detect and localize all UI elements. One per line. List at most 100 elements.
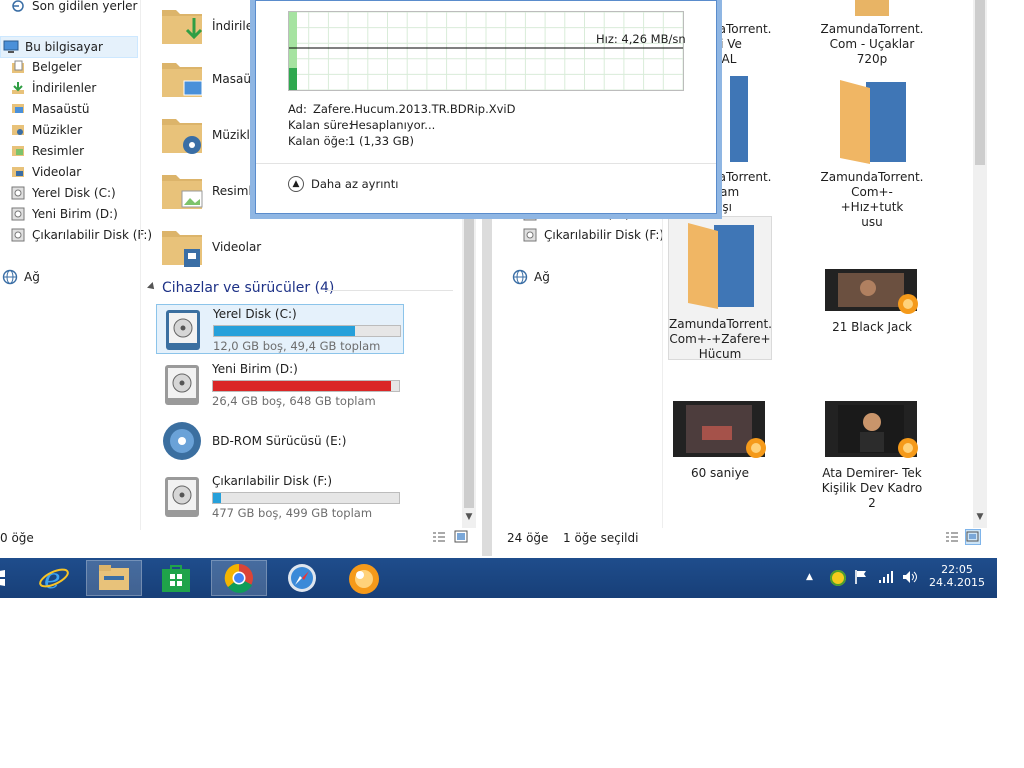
drive-usage-bar (212, 492, 400, 504)
nav-item-this-pc[interactable]: Bu bilgisayar (0, 36, 138, 58)
drive-name: BD-ROM Sürücüsü (E:) (212, 434, 347, 448)
right-nav-pane: Yeni Birim (D:) Çıkarılabilir Disk (F:) … (492, 200, 664, 300)
nav-item-pictures[interactable]: Resimler (0, 141, 84, 161)
network-icon (2, 269, 18, 285)
nav-item-removable-disk-f[interactable]: Çıkarılabilir Disk (F:) (0, 225, 152, 245)
nav-item-network[interactable]: Ağ (504, 267, 550, 287)
taskbar-internet-explorer[interactable]: e (26, 560, 82, 596)
nav-item-downloads[interactable]: İndirilenler (0, 78, 96, 98)
store-icon (162, 565, 190, 592)
large-icons-view-icon[interactable] (965, 529, 981, 545)
volume-icon[interactable] (902, 570, 918, 587)
drive-local-disk-c[interactable]: Yerel Disk (C:) 12,0 GB boş, 49,4 GB top… (156, 304, 404, 354)
folder-item[interactable]: ZamundaTorrent. Com - Uçaklar 720p (820, 0, 924, 67)
less-details-button[interactable]: ▲ Daha az ayrıntı (288, 176, 398, 192)
right-scrollbar[interactable]: ▼ (973, 0, 987, 528)
chevron-up-icon: ▲ (288, 176, 304, 192)
desktop-icon (10, 101, 26, 117)
folder-videos[interactable]: Videolar (160, 221, 450, 273)
start-icon (0, 570, 5, 586)
drive-space-info: 12,0 GB boş, 49,4 GB toplam (213, 339, 381, 353)
action-center-flag-icon[interactable] (854, 569, 868, 588)
folder-icon (855, 0, 889, 16)
drive-name: Çıkarılabilir Disk (F:) (212, 474, 333, 488)
network-signal-icon[interactable] (878, 570, 894, 587)
right-status-selected: 1 öğe seçildi (563, 531, 639, 545)
drive-bd-rom-e[interactable]: BD-ROM Sürücüsü (E:) (156, 416, 404, 466)
optical-disc-icon (163, 422, 201, 460)
taskbar: e ▲ 22:05 24.4.2015 (0, 558, 997, 598)
nav-item-removable-disk-f[interactable]: Çıkarılabilir Disk (F:) (512, 225, 664, 245)
nav-item-documents[interactable]: Belgeler (0, 57, 82, 77)
video-item[interactable]: 21 Black Jack (820, 268, 924, 335)
progress-graph (288, 11, 684, 91)
scroll-down-arrow-icon[interactable]: ▼ (462, 512, 476, 522)
video-thumbnail-icon (825, 401, 918, 458)
right-scrollbar-thumb[interactable] (975, 0, 985, 165)
drive-icon (522, 227, 538, 243)
folder-item[interactable]: ZamundaTorrent. Com+-+Hız+tutk usu (820, 76, 924, 230)
video-thumbnail-icon (825, 269, 918, 314)
scroll-down-arrow-icon[interactable]: ▼ (973, 512, 987, 522)
this-pc-icon (3, 39, 19, 55)
transfer-speed: Hız: 4,26 MB/sn (596, 32, 686, 46)
nav-pane-divider (140, 0, 141, 530)
left-status-count: 0 öğe (0, 531, 34, 545)
pictures-icon (10, 143, 26, 159)
large-icons-view-icon[interactable] (454, 530, 468, 543)
taskbar-chrome[interactable] (211, 560, 267, 596)
clock[interactable]: 22:05 24.4.2015 (926, 563, 988, 589)
hard-drive-icon (165, 365, 199, 405)
taskbar-media-player[interactable] (336, 560, 392, 596)
nav-item-music[interactable]: Müzikler (0, 120, 82, 140)
pictures-folder-icon (162, 175, 203, 209)
video-item[interactable]: 60 saniye (668, 400, 772, 481)
copy-progress-dialog: Hız: 4,26 MB/sn Ad: Zafere.Hucum.2013.TR… (255, 0, 717, 214)
taskbar-safari[interactable] (274, 560, 330, 596)
downloads-folder-icon (162, 10, 203, 44)
network-icon (512, 269, 528, 285)
navigation-pane: Son gidilen yerler Bu bilgisayar Belgele… (0, 0, 152, 530)
show-hidden-icons-button[interactable]: ▲ (806, 572, 813, 582)
drive-new-volume-d[interactable]: Yeni Birim (D:) 26,4 GB boş, 648 GB topl… (156, 360, 404, 410)
tray-app-icon[interactable] (830, 570, 846, 586)
nav-item-desktop[interactable]: Masaüstü (0, 99, 89, 119)
taskbar-store[interactable] (148, 560, 204, 596)
taskbar-file-explorer[interactable] (86, 560, 142, 596)
downloads-icon (10, 80, 26, 96)
folder-icon (840, 80, 906, 164)
nav-item-videos[interactable]: Videolar (0, 162, 81, 182)
nav-item-network[interactable]: Ağ (0, 267, 40, 287)
clock-date: 24.4.2015 (929, 576, 985, 589)
devices-collapse-arrow[interactable] (147, 282, 157, 292)
documents-icon (10, 59, 26, 75)
hard-drive-icon (166, 310, 200, 350)
videos-icon (10, 164, 26, 180)
file-explorer-icon (99, 565, 129, 590)
video-thumbnail-icon (673, 401, 766, 458)
drive-usage-fill (213, 493, 222, 503)
details-view-icon[interactable] (945, 531, 959, 543)
drive-space-info: 26,4 GB boş, 648 GB toplam (212, 394, 376, 408)
music-icon (10, 122, 26, 138)
nav-item-new-volume-d[interactable]: Yeni Birim (D:) (0, 204, 118, 224)
chrome-icon (224, 563, 253, 593)
video-item[interactable]: Ata Demirer- Tek Kişilik Dev Kadro 2 (820, 400, 924, 511)
start-button[interactable] (0, 560, 12, 596)
folder-item-selected[interactable]: ZamundaTorrent. Com+-+Zafere+ Hücum (668, 216, 772, 361)
right-status-count: 24 öğe (507, 531, 549, 545)
hard-drive-icon (165, 477, 199, 517)
videos-folder-icon (162, 231, 202, 267)
drive-name: Yerel Disk (C:) (213, 307, 297, 321)
nav-item-recent-places[interactable]: Son gidilen yerler (0, 0, 138, 16)
clock-time: 22:05 (941, 563, 973, 576)
music-folder-icon (162, 119, 202, 154)
drive-removable-disk-f[interactable]: Çıkarılabilir Disk (F:) 477 GB boş, 499 … (156, 472, 404, 522)
details-view-icon[interactable] (432, 531, 446, 543)
drive-usage-fill (214, 326, 355, 336)
items-remaining-label: Kalan öğe: (288, 134, 349, 148)
drive-icon (10, 206, 26, 222)
folder-icon (688, 223, 754, 309)
time-remaining-value: Hesaplanıyor... (350, 118, 436, 132)
nav-item-local-disk-c[interactable]: Yerel Disk (C:) (0, 183, 116, 203)
